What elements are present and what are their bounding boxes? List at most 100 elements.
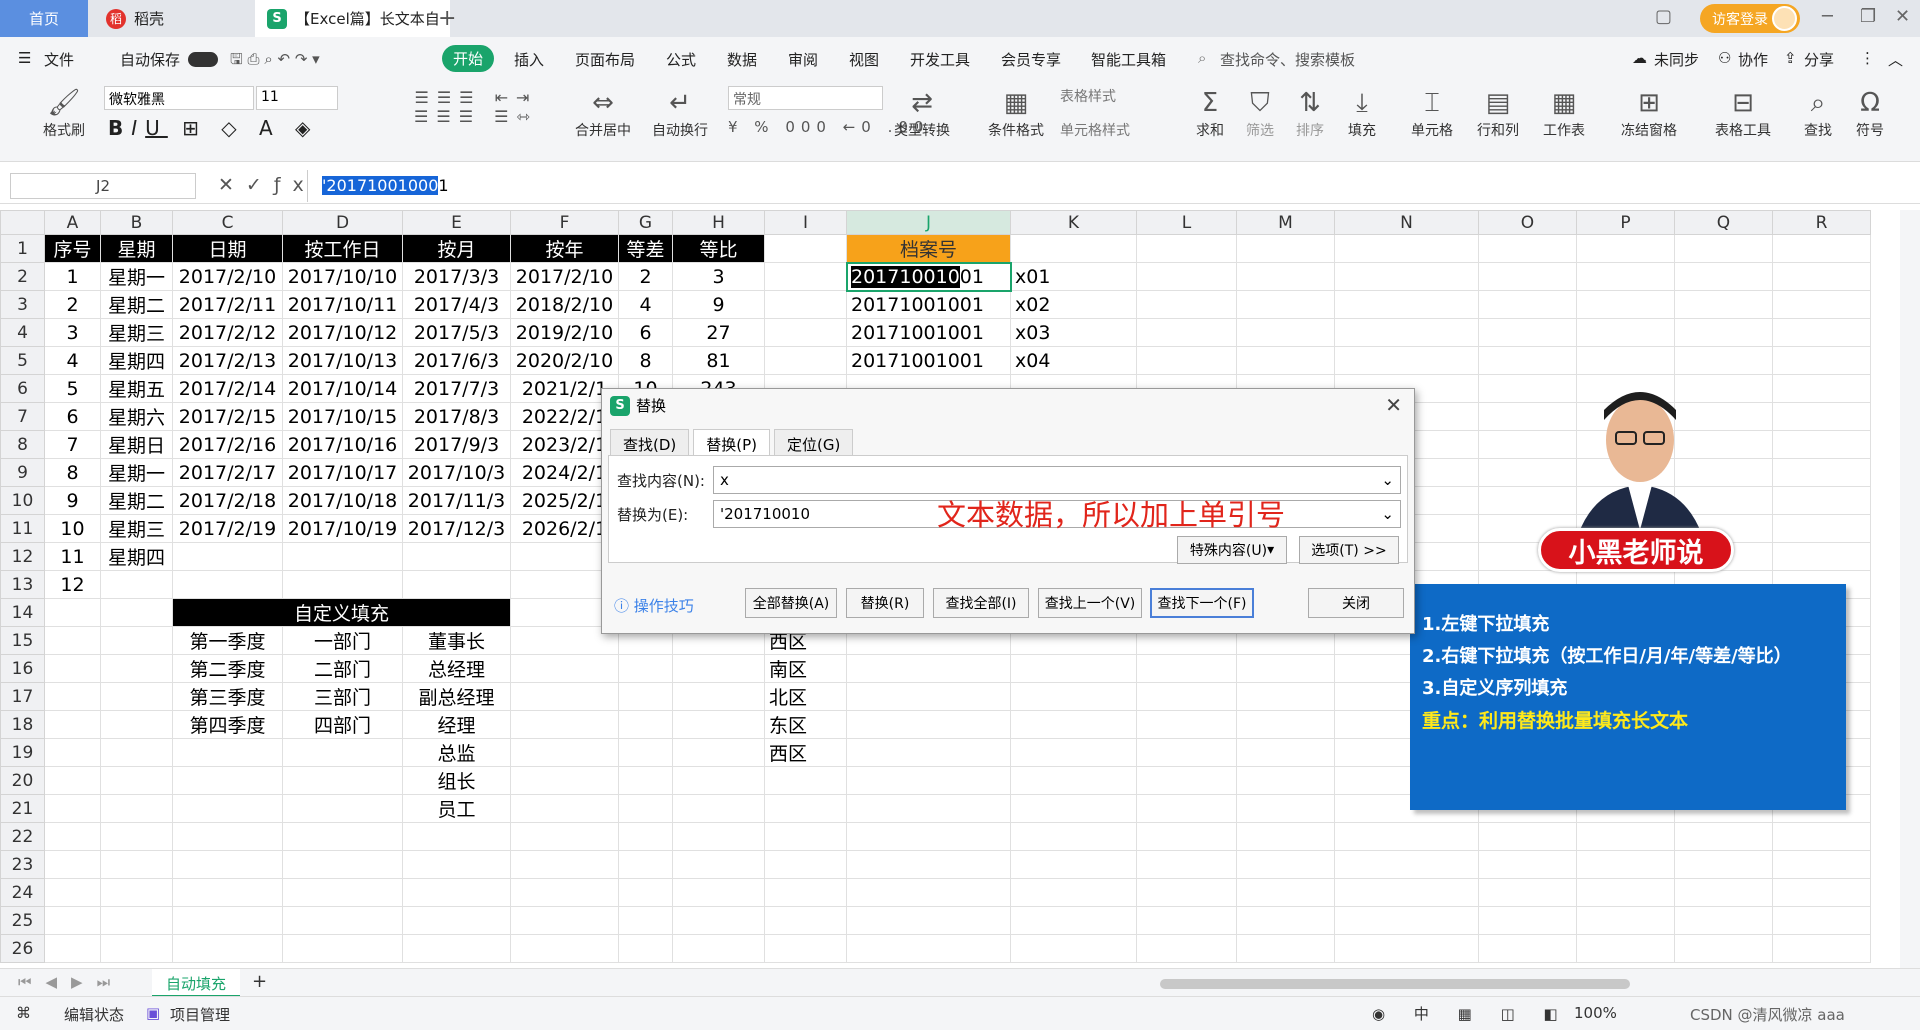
cell[interactable]	[1478, 822, 1577, 851]
cell[interactable]	[764, 346, 847, 375]
cell[interactable]: 2017/10/17	[282, 458, 403, 487]
cell[interactable]	[1674, 262, 1773, 291]
cell[interactable]: 2017/2/17	[172, 458, 283, 487]
cell[interactable]	[1334, 934, 1479, 963]
cell[interactable]	[1478, 262, 1577, 291]
cell[interactable]: 20171001001	[846, 318, 1011, 347]
cell[interactable]: 等比	[672, 234, 765, 263]
cell[interactable]	[510, 794, 619, 823]
cell[interactable]	[1772, 262, 1871, 291]
macro-icon[interactable]: ⌘	[16, 1004, 31, 1022]
rowcol-button[interactable]: ▤ 行和列	[1470, 86, 1526, 140]
cell[interactable]	[846, 710, 1011, 739]
row-header[interactable]: 13	[0, 570, 45, 599]
cell[interactable]	[1236, 822, 1335, 851]
cell[interactable]: 星期二	[100, 486, 173, 515]
cell[interactable]	[1236, 262, 1335, 291]
cell[interactable]: 2017/2/19	[172, 514, 283, 543]
cell[interactable]	[1136, 794, 1237, 823]
filter-button[interactable]: ⛉ 筛选	[1240, 86, 1280, 140]
cell[interactable]	[402, 850, 511, 879]
table-tools-button[interactable]: ⊟ 表格工具	[1706, 86, 1780, 140]
column-header[interactable]: O	[1478, 210, 1577, 235]
status-edit[interactable]: 编辑状态	[64, 1004, 124, 1025]
cell[interactable]: 副总经理	[402, 682, 511, 711]
cell[interactable]: 总经理	[402, 654, 511, 683]
menu-data[interactable]: 数据	[727, 49, 757, 70]
cell[interactable]: 星期四	[100, 346, 173, 375]
menu-collab[interactable]: 协作	[1738, 49, 1768, 70]
cell[interactable]	[846, 850, 1011, 879]
cell[interactable]	[44, 682, 101, 711]
cell[interactable]	[1136, 682, 1237, 711]
cell[interactable]	[1772, 318, 1871, 347]
cell[interactable]	[1010, 878, 1137, 907]
cell[interactable]: 2017/4/3	[402, 290, 511, 319]
find-input[interactable]: x ⌄	[713, 466, 1401, 494]
cell[interactable]	[1674, 234, 1773, 263]
cell[interactable]	[44, 850, 101, 879]
cell[interactable]	[1478, 234, 1577, 263]
cell[interactable]: 3	[672, 262, 765, 291]
cell[interactable]: 星期一	[100, 262, 173, 291]
cell[interactable]	[764, 290, 847, 319]
cell[interactable]	[1136, 710, 1237, 739]
cell[interactable]: 序号	[44, 234, 101, 263]
cell[interactable]: 一部门	[282, 626, 403, 655]
cond-format-button[interactable]: ▦ 条件格式	[980, 86, 1052, 140]
cell[interactable]	[618, 654, 673, 683]
column-header[interactable]: K	[1010, 210, 1137, 235]
cell[interactable]: x02	[1010, 290, 1137, 319]
column-header[interactable]: P	[1576, 210, 1675, 235]
cell[interactable]	[1674, 850, 1773, 879]
column-header[interactable]: R	[1772, 210, 1871, 235]
cell[interactable]	[672, 794, 765, 823]
cell[interactable]: 2017/2/14	[172, 374, 283, 403]
cell[interactable]	[846, 878, 1011, 907]
cell[interactable]	[1478, 346, 1577, 375]
cell[interactable]: 2017/10/10	[282, 262, 403, 291]
column-header[interactable]: H	[672, 210, 765, 235]
cell[interactable]	[1136, 318, 1237, 347]
find-prev-button[interactable]: 查找上一个(V)	[1038, 588, 1142, 618]
cell[interactable]	[1772, 374, 1871, 403]
close-window-icon[interactable]: ✕	[1895, 6, 1910, 27]
cell[interactable]: 2017/7/3	[402, 374, 511, 403]
cell[interactable]: 星期三	[100, 318, 173, 347]
corner-cell[interactable]	[0, 210, 45, 235]
cell[interactable]	[672, 850, 765, 879]
cell[interactable]: 第一季度	[172, 626, 283, 655]
cell[interactable]	[618, 682, 673, 711]
cell[interactable]: 27	[672, 318, 765, 347]
cell[interactable]	[1772, 850, 1871, 879]
menu-review[interactable]: 审阅	[788, 49, 818, 70]
cell[interactable]: x04	[1010, 346, 1137, 375]
cell[interactable]: 北区	[764, 682, 847, 711]
status-project[interactable]: 项目管理	[170, 1004, 230, 1025]
cell[interactable]	[100, 598, 173, 627]
chevron-down-icon[interactable]: ⌄	[1381, 505, 1394, 523]
cell[interactable]: 自定义填充	[172, 598, 511, 627]
row-header[interactable]: 10	[0, 486, 45, 515]
cell[interactable]	[1478, 878, 1577, 907]
tab-home[interactable]: 首页	[0, 0, 88, 37]
cell[interactable]	[1010, 710, 1137, 739]
row-header[interactable]: 1	[0, 234, 45, 263]
cell[interactable]: 星期一	[100, 458, 173, 487]
cell[interactable]	[1334, 906, 1479, 935]
cell[interactable]: 星期二	[100, 290, 173, 319]
cell[interactable]: 2	[618, 262, 673, 291]
cell[interactable]	[100, 766, 173, 795]
column-header[interactable]: E	[402, 210, 511, 235]
cell[interactable]	[1576, 262, 1675, 291]
cell[interactable]: 2017/10/18	[282, 486, 403, 515]
cell[interactable]: 20171001001	[845, 261, 1012, 292]
cell[interactable]	[510, 710, 619, 739]
cell[interactable]	[282, 542, 403, 571]
cell[interactable]	[618, 878, 673, 907]
cell[interactable]: 2018/2/10	[510, 290, 619, 319]
cell[interactable]: 员工	[402, 794, 511, 823]
cell[interactable]	[1334, 290, 1479, 319]
cell[interactable]	[1772, 290, 1871, 319]
cell[interactable]	[1236, 234, 1335, 263]
